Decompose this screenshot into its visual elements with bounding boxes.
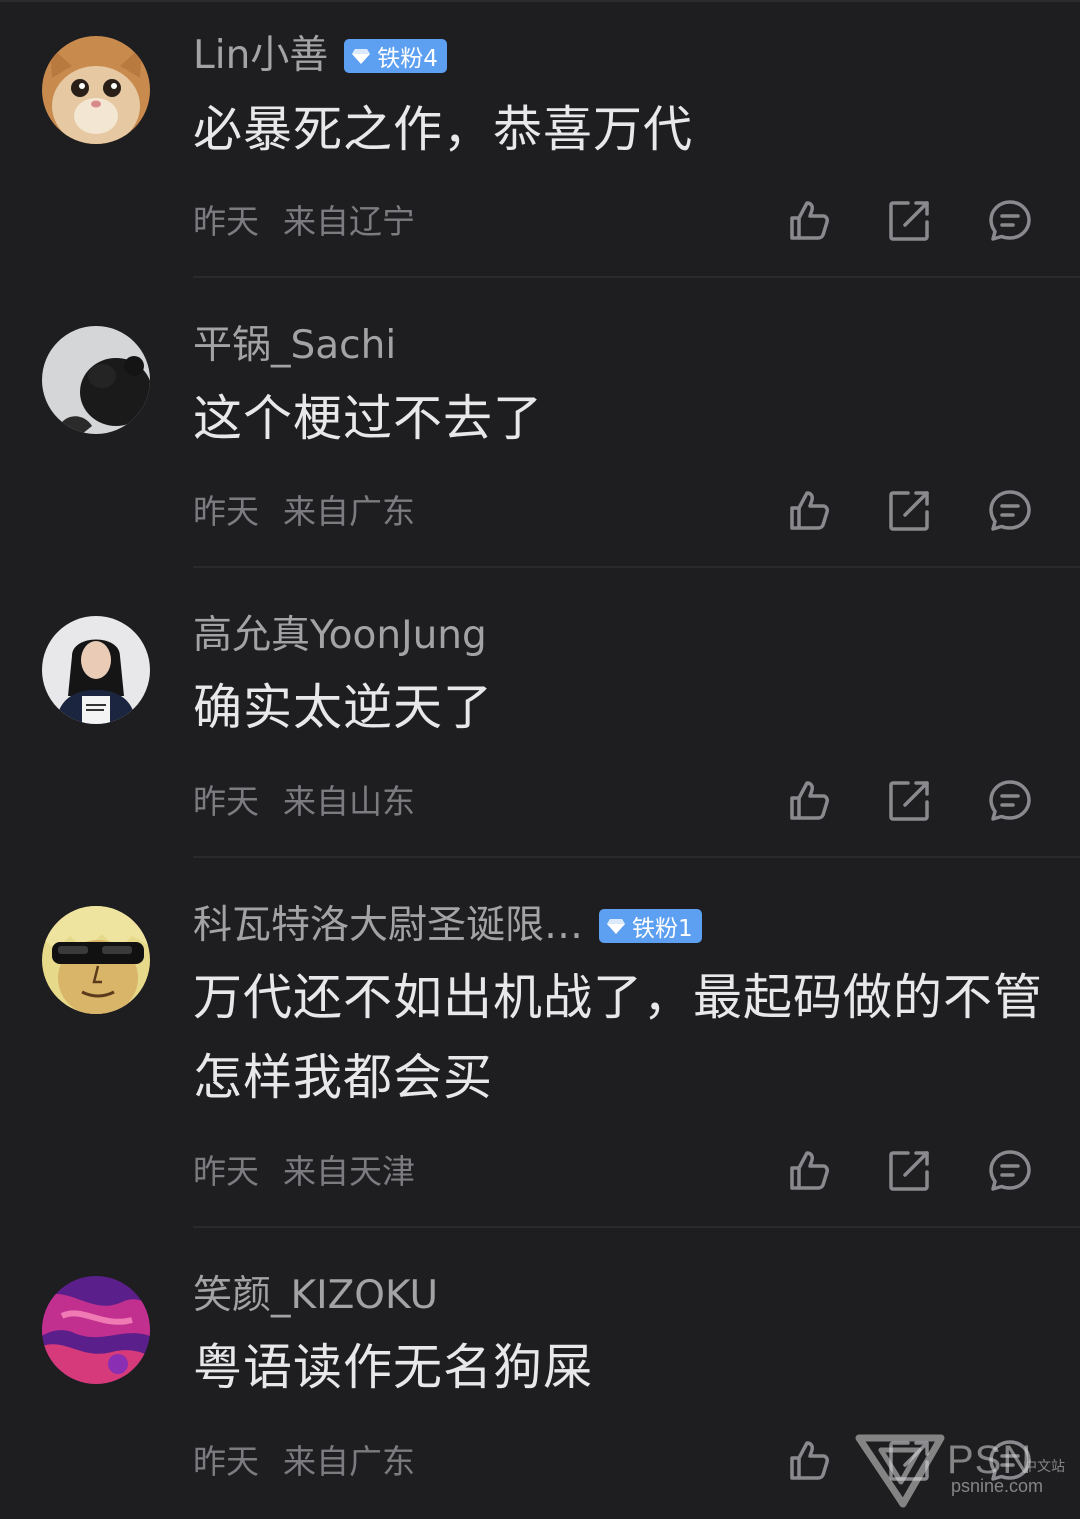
reply-button[interactable] [987,778,1033,824]
reply-button[interactable] [987,1148,1033,1194]
comment-meta: 昨天 来自广东 [193,1440,415,1484]
comment-text: 万代还不如出机战了，最起码做的不管怎样我都会买 [193,969,1044,1106]
psnine-watermark: PSN 中文站 psnine.com [855,1432,1070,1510]
like-button[interactable] [786,488,832,534]
comment-meta: 昨天 来自广东 [193,490,415,534]
thumbs-up-icon [790,1151,829,1190]
comment-meta: 昨天 来自山东 [193,780,415,824]
comment-time: 昨天 [193,202,259,241]
avatar[interactable] [42,36,150,144]
comment-text: 必暴死之作，恭喜万代 [193,101,694,158]
share-button[interactable] [886,198,932,244]
comment-divider [193,1226,1080,1228]
top-divider [0,0,1080,2]
comment-location: 来自广东 [283,1442,415,1481]
share-button[interactable] [886,778,932,824]
reply-icon [989,1150,1031,1191]
username[interactable]: 平锅_Sachi [193,322,396,370]
username[interactable]: 科瓦特洛大尉圣诞限… [193,902,583,950]
reply-icon [989,490,1031,531]
reply-button[interactable] [987,488,1033,534]
comment-location: 来自辽宁 [283,202,415,241]
like-button[interactable] [786,778,832,824]
reply-icon [989,200,1031,241]
thumbs-up-icon [790,491,829,530]
like-button[interactable] [786,198,832,244]
fan-badge: 铁粉4 [344,39,447,73]
fan-badge: 铁粉1 [599,909,702,943]
comment-divider [193,856,1080,858]
thumbs-up-icon [790,201,829,240]
comment-location: 来自山东 [283,782,415,821]
reply-button[interactable] [987,198,1033,244]
comment-divider [193,276,1080,278]
share-icon [889,201,929,241]
avatar[interactable] [42,906,150,1014]
comment-meta: 昨天 来自天津 [193,1150,415,1194]
username[interactable]: Lin小善 [193,32,328,80]
share-icon [889,1151,929,1191]
comment-location: 来自天津 [283,1152,415,1191]
share-button[interactable] [886,488,932,534]
avatar[interactable] [42,616,150,724]
diamond-icon [607,919,626,934]
username[interactable]: 高允真YoonJung [193,612,487,660]
thumbs-up-icon [790,1441,829,1480]
comment-time: 昨天 [193,1442,259,1481]
psnine-logo-icon [855,1434,945,1508]
watermark-domain: psnine.com [951,1476,1044,1496]
reply-icon [989,780,1031,821]
avatar[interactable] [42,326,150,434]
like-button[interactable] [786,1148,832,1194]
comment-text: 确实太逆天了 [193,679,494,736]
badge-label: 铁粉1 [632,916,693,942]
share-icon [889,781,929,821]
comment-divider [193,566,1080,568]
like-button[interactable] [786,1438,832,1484]
comment-location: 来自广东 [283,492,415,531]
comment-text: 粤语读作无名狗屎 [193,1339,594,1396]
badge-label: 铁粉4 [377,46,438,72]
avatar[interactable] [42,1276,150,1384]
diamond-icon [352,49,371,64]
comment-text: 这个梗过不去了 [193,390,544,447]
share-icon [889,491,929,531]
comment-time: 昨天 [193,492,259,531]
comment-time: 昨天 [193,1152,259,1191]
thumbs-up-icon [790,781,829,820]
comment-time: 昨天 [193,782,259,821]
username[interactable]: 笑颜_KIZOKU [193,1272,438,1320]
share-button[interactable] [886,1148,932,1194]
comment-meta: 昨天 来自辽宁 [193,200,415,244]
watermark-sub: 中文站 [1023,1459,1065,1475]
